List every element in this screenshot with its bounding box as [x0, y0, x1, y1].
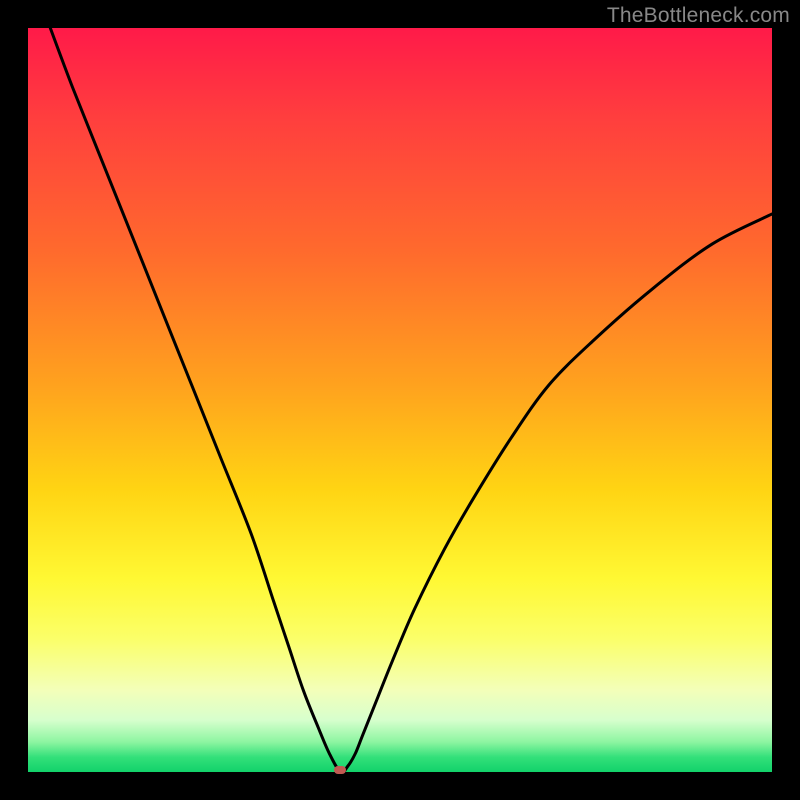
bottleneck-curve [28, 28, 772, 772]
optimal-point-marker [334, 766, 346, 774]
chart-plot-area [28, 28, 772, 772]
chart-frame: TheBottleneck.com [0, 0, 800, 800]
watermark-text: TheBottleneck.com [607, 4, 790, 28]
